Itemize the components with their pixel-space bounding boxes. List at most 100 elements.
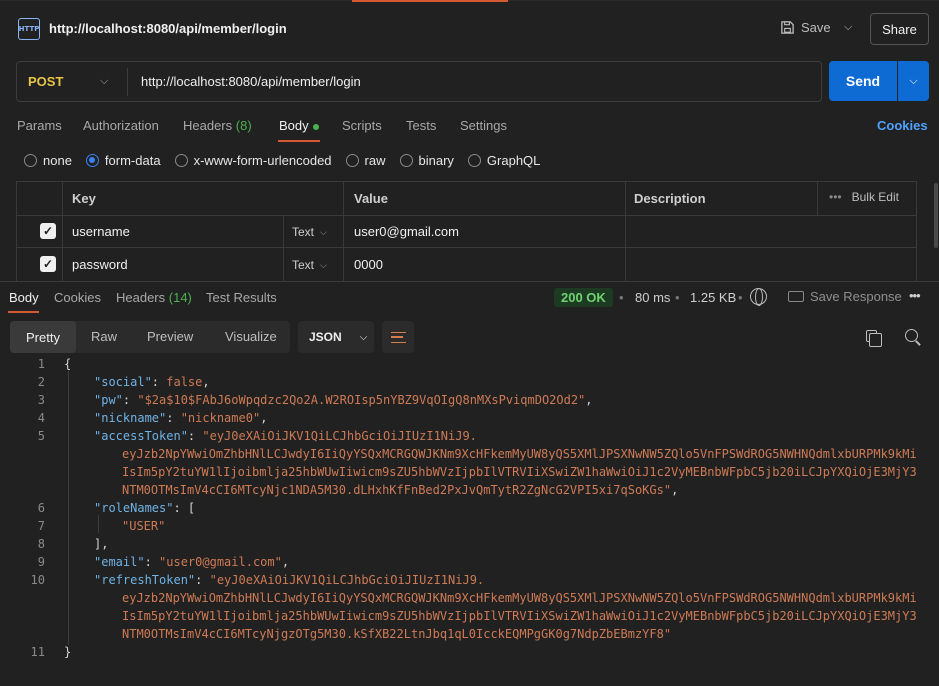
column-header-key: Key bbox=[72, 191, 96, 206]
tab-body-label: Body bbox=[279, 118, 309, 133]
radio-binary[interactable]: binary bbox=[399, 153, 454, 168]
http-request-icon: HTTP bbox=[18, 18, 40, 40]
tab-headers-label: Headers bbox=[183, 118, 233, 133]
format-select[interactable]: JSON ⌵ bbox=[298, 321, 374, 353]
format-chevron-down-icon: ⌵ bbox=[359, 331, 368, 343]
radio-urlencoded-label: x-www-form-urlencoded bbox=[193, 153, 332, 168]
cookies-link[interactable]: Cookies bbox=[877, 118, 928, 133]
response-size[interactable]: 1.25 KB bbox=[690, 290, 736, 305]
code-line: "pw": "$2a$10$FAbJ6oWpqdzc2Qo2A.W2ROIsp5… bbox=[94, 393, 593, 407]
save-response-button[interactable]: Save Response bbox=[810, 289, 902, 304]
headers-count-badge: (8) bbox=[235, 118, 252, 133]
radio-selected-icon bbox=[85, 154, 99, 167]
row-key[interactable]: password bbox=[72, 257, 128, 272]
tab-body-underline bbox=[278, 140, 320, 142]
separator-dot: • bbox=[675, 290, 680, 305]
radio-form-data-label: form-data bbox=[104, 153, 161, 168]
response-tab-test-results[interactable]: Test Results bbox=[206, 290, 277, 305]
radio-binary-icon bbox=[399, 154, 413, 167]
row-key[interactable]: username bbox=[72, 224, 130, 239]
method-select[interactable]: POST bbox=[28, 74, 63, 89]
response-time[interactable]: 80 ms bbox=[635, 290, 670, 305]
share-button[interactable]: Share bbox=[870, 13, 929, 45]
table-col-divider bbox=[625, 181, 626, 281]
table-col-divider bbox=[817, 181, 818, 215]
tab-params[interactable]: Params bbox=[17, 118, 62, 133]
radio-none[interactable]: none bbox=[24, 153, 72, 168]
view-preview[interactable]: Preview bbox=[147, 329, 193, 344]
tab-authorization[interactable]: Authorization bbox=[83, 118, 159, 133]
radio-urlencoded[interactable]: x-www-form-urlencoded bbox=[174, 153, 332, 168]
table-col-divider bbox=[283, 215, 284, 281]
radio-graphql[interactable]: GraphQL bbox=[467, 153, 540, 168]
row-checkbox[interactable]: ✓ bbox=[40, 223, 56, 239]
tab-tests[interactable]: Tests bbox=[406, 118, 436, 133]
line-number: 3 bbox=[37, 393, 45, 407]
table-row-divider bbox=[16, 247, 917, 248]
url-input[interactable]: http://localhost:8080/api/member/login bbox=[141, 74, 361, 89]
search-icon[interactable] bbox=[905, 329, 918, 342]
json-value-refreshtoken-part: "eyJ0eXAiOiJKV1QiLCJhbGciOiJIUzI1NiJ9. bbox=[209, 573, 485, 587]
line-number: 10 bbox=[30, 573, 45, 587]
column-header-value: Value bbox=[354, 191, 388, 206]
response-tab-underline bbox=[8, 311, 39, 313]
copy-icon[interactable] bbox=[866, 330, 882, 347]
row-type-select[interactable]: Text bbox=[292, 258, 314, 272]
view-visualize[interactable]: Visualize bbox=[225, 329, 277, 344]
response-tab-headers-label: Headers bbox=[116, 290, 166, 305]
radio-form-data[interactable]: form-data bbox=[85, 153, 161, 168]
row-value[interactable]: user0@gmail.com bbox=[354, 224, 459, 239]
line-number: 6 bbox=[37, 501, 45, 515]
send-options-chevron-down-icon[interactable]: ⌵ bbox=[898, 61, 929, 101]
json-value-email: "user0@gmail.com" bbox=[159, 555, 282, 569]
response-tab-body[interactable]: Body bbox=[9, 290, 39, 305]
tab-headers[interactable]: Headers (8) bbox=[183, 118, 252, 133]
row-value[interactable]: 0000 bbox=[354, 257, 383, 272]
code-line: "roleNames": [ bbox=[94, 501, 196, 515]
active-tab-indicator bbox=[352, 0, 508, 2]
line-number: 2 bbox=[37, 375, 45, 389]
line-number: 4 bbox=[37, 411, 45, 425]
json-value-accesstoken-part: IsIm5pY2tuYW1lIjoibmlja25hbWUwIiwicm9sZU… bbox=[122, 465, 917, 479]
radio-raw[interactable]: raw bbox=[345, 153, 386, 168]
code-line: "social": false, bbox=[94, 375, 210, 389]
response-headers-count: (14) bbox=[168, 290, 192, 305]
tab-scripts[interactable]: Scripts bbox=[342, 118, 382, 133]
indent-guide bbox=[68, 371, 69, 645]
format-label: JSON bbox=[309, 330, 342, 344]
save-icon bbox=[781, 21, 794, 34]
json-value-role: "USER" bbox=[122, 519, 166, 533]
type-chevron-down-icon[interactable]: ⌵ bbox=[320, 260, 327, 271]
send-button[interactable]: Send bbox=[829, 61, 897, 101]
save-button[interactable]: Save bbox=[780, 20, 831, 35]
json-value-nickname: "nickname0" bbox=[180, 411, 261, 425]
status-badge[interactable]: 200 OK bbox=[554, 288, 613, 307]
tab-settings[interactable]: Settings bbox=[460, 118, 507, 133]
table-row-divider bbox=[16, 215, 917, 216]
view-raw[interactable]: Raw bbox=[91, 329, 117, 344]
code-line: NTM0OTMsImV4cCI6MTcyNjc1NDA5M30.dLHxhKfF… bbox=[122, 483, 679, 497]
tab-body[interactable]: Body bbox=[279, 118, 319, 133]
type-chevron-down-icon[interactable]: ⌵ bbox=[320, 227, 327, 238]
bulk-edit-label: Bulk Edit bbox=[851, 190, 899, 204]
response-tab-headers[interactable]: Headers (14) bbox=[116, 290, 192, 305]
row-checkbox[interactable]: ✓ bbox=[40, 256, 56, 272]
table-col-divider bbox=[343, 181, 344, 281]
request-title[interactable]: http://localhost:8080/api/member/login bbox=[49, 21, 287, 36]
code-line: ], bbox=[94, 537, 109, 551]
method-chevron-down-icon[interactable]: ⌵ bbox=[100, 75, 108, 88]
separator-dot: • bbox=[619, 290, 624, 305]
json-value-accesstoken-part: "eyJ0eXAiOiJKV1QiLCJhbGciOiJIUzI1NiJ9. bbox=[202, 429, 477, 443]
code-line: "refreshToken": "eyJ0eXAiOiJKV1QiLCJhbGc… bbox=[94, 573, 485, 587]
wrap-lines-button[interactable] bbox=[382, 321, 414, 353]
save-options-chevron-icon[interactable]: ⌵ bbox=[844, 21, 852, 34]
bulk-edit-button[interactable]: ••• Bulk Edit bbox=[829, 190, 899, 204]
network-globe-icon[interactable] bbox=[750, 288, 767, 306]
line-number: 9 bbox=[37, 555, 45, 569]
table-scrollbar[interactable] bbox=[934, 183, 938, 248]
row-type-select[interactable]: Text bbox=[292, 225, 314, 239]
response-tab-cookies[interactable]: Cookies bbox=[54, 290, 101, 305]
table-col-divider bbox=[62, 181, 63, 281]
view-pretty[interactable]: Pretty bbox=[10, 321, 76, 353]
more-options-icon[interactable]: ••• bbox=[909, 288, 921, 303]
